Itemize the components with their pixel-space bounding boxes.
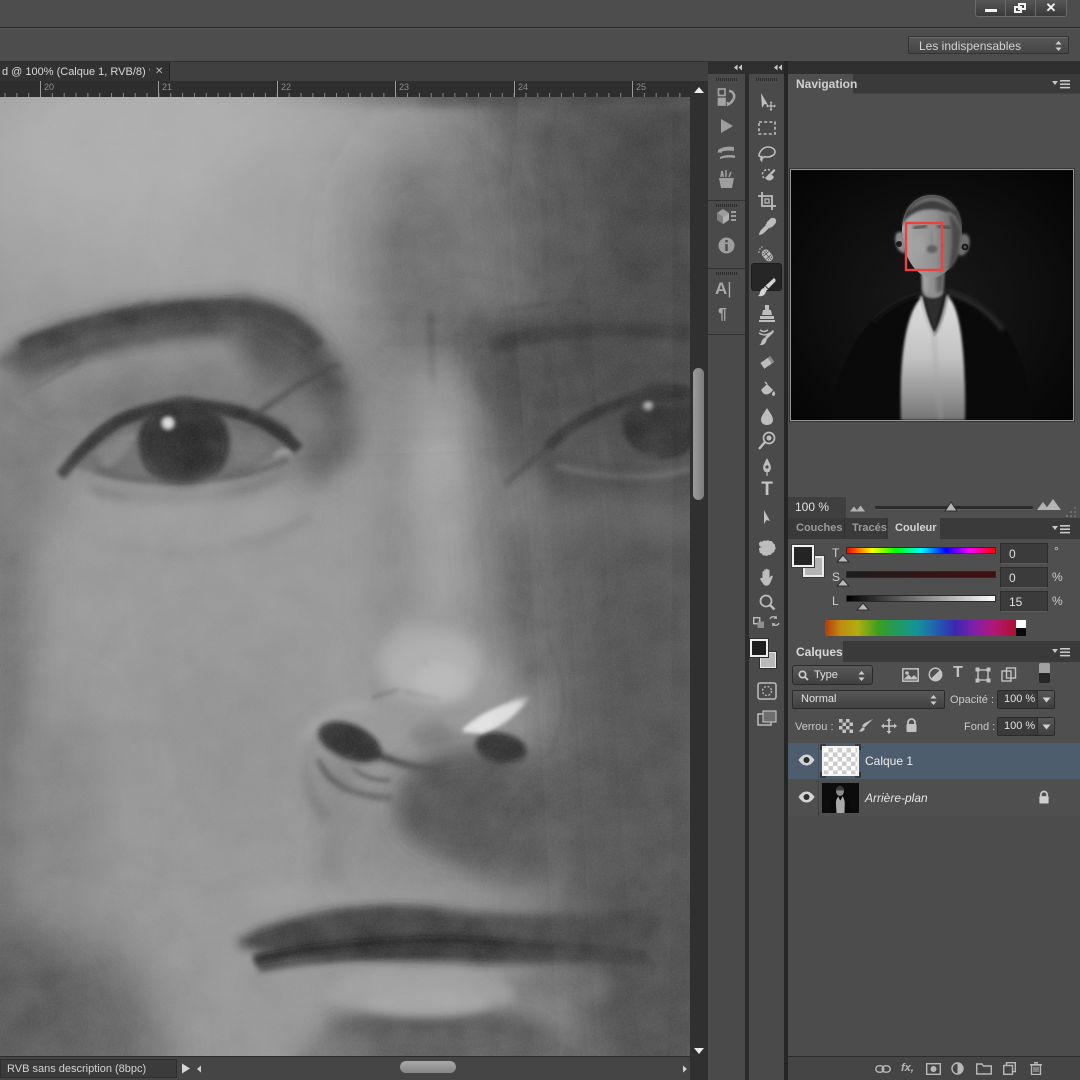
svg-text:22: 22 xyxy=(281,82,291,92)
svg-text:24: 24 xyxy=(518,82,528,92)
svg-text:21: 21 xyxy=(162,82,172,92)
svg-text:25: 25 xyxy=(636,82,646,92)
svg-text:23: 23 xyxy=(399,82,409,92)
svg-text:20: 20 xyxy=(44,82,54,92)
